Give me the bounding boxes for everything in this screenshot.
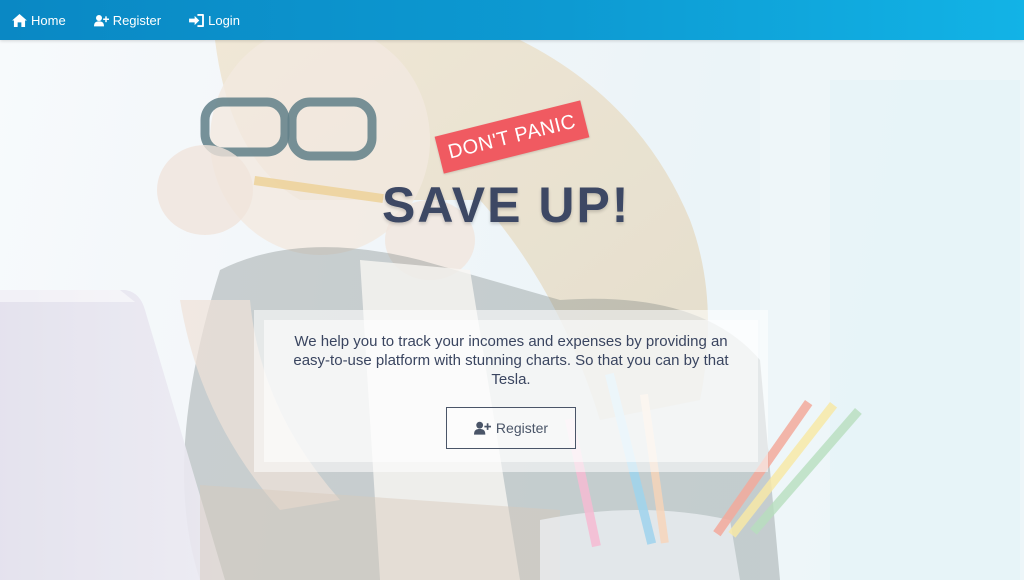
hero-card-inner: We help you to track your incomes and ex… [264,320,758,462]
user-plus-icon [473,421,491,435]
register-button[interactable]: Register [446,407,576,449]
hero-card: We help you to track your incomes and ex… [254,310,768,472]
user-plus-icon [93,14,109,26]
nav-register-link[interactable]: Register [93,12,162,28]
sign-in-icon [189,13,205,27]
home-icon [12,13,27,27]
nav-login-link[interactable]: Login [189,13,240,28]
hero-tagline: We help you to track your incomes and ex… [293,333,729,388]
register-button-label: Register [495,420,549,436]
nav-register-label: Register [112,12,162,28]
nav-home-link[interactable]: Home [12,13,66,28]
nav-home-label: Home [31,12,66,28]
nav-login-label: Login [208,12,240,28]
top-navbar: Home Register Login [0,0,1024,40]
hero-headline: SAVE UP! [382,177,631,233]
